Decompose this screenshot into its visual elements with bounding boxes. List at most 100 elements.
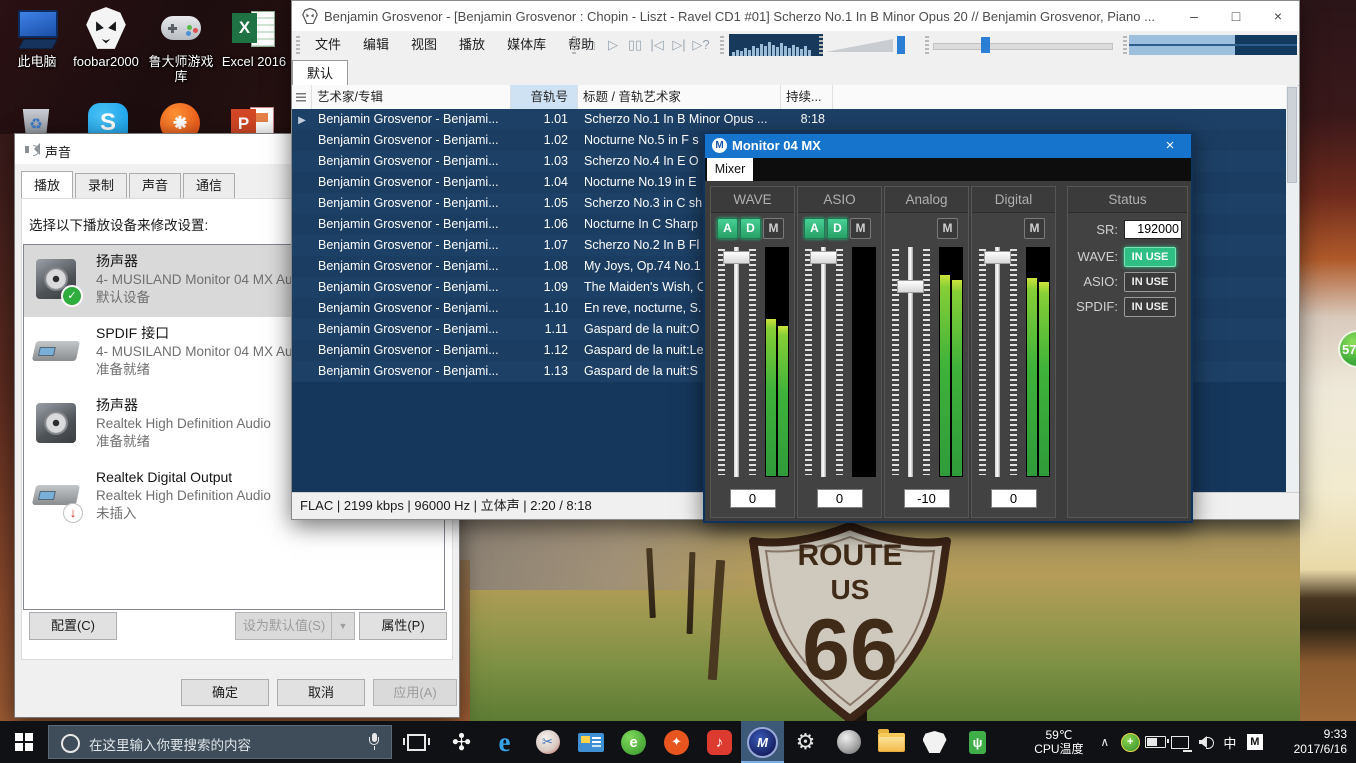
channel-fader[interactable] [715, 247, 759, 477]
fader-handle[interactable] [897, 280, 924, 293]
playlist-row[interactable]: ▶ Benjamin Grosvenor - Benjami... 1.01 S… [292, 109, 1287, 130]
fader-handle[interactable] [984, 251, 1011, 264]
volume-speaker-icon[interactable] [827, 721, 870, 763]
wave-a-button[interactable]: A [717, 218, 738, 239]
digital-m-button[interactable]: M [1024, 218, 1045, 239]
sound-tab-2[interactable]: 声音 [129, 173, 181, 198]
desktop-icon-excel[interactable]: X Excel 2016 [217, 6, 291, 69]
set-default-button[interactable]: 设为默认值(S) [235, 612, 333, 640]
duration-column-header[interactable]: 持续... [781, 85, 833, 109]
in-use-indicator[interactable]: IN USE [1124, 272, 1176, 292]
ok-button[interactable]: 确定 [181, 679, 269, 706]
maximize-button[interactable]: □ [1215, 1, 1257, 31]
in-use-indicator[interactable]: IN USE [1124, 247, 1176, 267]
desktop-icon-foobar2000[interactable]: foobar2000 [69, 6, 143, 69]
properties-button[interactable]: 属性(P) [359, 612, 447, 640]
netease-music-icon[interactable]: ♪ [698, 721, 741, 763]
sample-rate-input[interactable]: 192000 [1124, 220, 1182, 239]
wave-m-button[interactable]: M [763, 218, 784, 239]
playlist-tab-default[interactable]: 默认 [292, 60, 348, 86]
title-column-header[interactable]: 标题 / 音轨艺术家 [578, 85, 781, 109]
menu-item-1[interactable]: 编辑 [352, 31, 400, 59]
musiland-icon[interactable]: M [741, 721, 784, 763]
ludashi-icon[interactable]: ✦ [655, 721, 698, 763]
hidden-icons-arrow[interactable]: ∧ [1092, 735, 1118, 749]
taskbar-search-box[interactable]: 在这里输入你要搜索的内容 [48, 725, 392, 759]
start-button[interactable] [0, 721, 48, 763]
pause-button[interactable]: ▯▯ [624, 37, 646, 53]
sound-tab-3[interactable]: 通信 [183, 173, 235, 198]
channel-gain-value[interactable]: 0 [730, 489, 776, 508]
microphone-icon[interactable] [369, 733, 379, 747]
analog-m-button[interactable]: M [937, 218, 958, 239]
mixer-close-button[interactable]: × [1153, 134, 1187, 158]
edge-browser-icon[interactable]: e [483, 721, 526, 763]
previous-button[interactable]: |◁ [646, 37, 668, 53]
taskbar-clock[interactable]: 9:33 2017/6/16 [1267, 727, 1356, 757]
channel-fader[interactable] [976, 247, 1020, 477]
waveform-seekbar[interactable] [1129, 35, 1297, 55]
cancel-button[interactable]: 取消 [277, 679, 365, 706]
tray-safety-icon[interactable]: + [1118, 721, 1143, 763]
asio-a-button[interactable]: A [804, 218, 825, 239]
foobar2000-icon[interactable] [913, 721, 956, 763]
mixer-tab[interactable]: Mixer [707, 158, 753, 181]
apply-button[interactable]: 应用(A) [373, 679, 457, 706]
fader-handle[interactable] [723, 251, 750, 264]
tray-musiland-icon[interactable]: M [1242, 721, 1267, 763]
green-browser-icon[interactable]: e [612, 721, 655, 763]
tray-network-icon[interactable] [1168, 721, 1193, 763]
play-button[interactable]: ▷ [602, 37, 624, 53]
tray-battery-icon[interactable] [1143, 721, 1168, 763]
desktop-icon-ludashi-games[interactable]: 鲁大师游戏库 [144, 6, 218, 84]
usb-drive-icon[interactable]: ψ [956, 721, 999, 763]
task-view-button[interactable] [395, 721, 437, 763]
file-explorer-icon[interactable] [870, 721, 913, 763]
in-use-indicator[interactable]: IN USE [1124, 297, 1176, 317]
sound-tab-1[interactable]: 录制 [75, 173, 127, 198]
artist-column-header[interactable]: 艺术家/专辑 [312, 85, 511, 109]
asio-m-button[interactable]: M [850, 218, 871, 239]
cpu-temp-indicator[interactable]: 59℃ CPU温度 [1026, 728, 1092, 756]
menu-item-2[interactable]: 视图 [400, 31, 448, 59]
set-default-dropdown[interactable]: ▼ [331, 612, 355, 640]
channel-fader[interactable] [889, 247, 933, 477]
minimize-button[interactable]: – [1173, 1, 1215, 31]
photo-viewer-icon[interactable] [569, 721, 612, 763]
fader-handle[interactable] [810, 251, 837, 264]
configure-button[interactable]: 配置(C) [29, 612, 117, 640]
volume-slider[interactable] [823, 34, 909, 56]
menu-item-3[interactable]: 播放 [448, 31, 496, 59]
wave-d-button[interactable]: D [740, 218, 761, 239]
next-button[interactable]: ▷| [668, 37, 690, 53]
settings-gear-icon[interactable]: ⚙ [784, 721, 827, 763]
tray-volume-icon[interactable] [1192, 721, 1217, 763]
snipping-app-icon[interactable]: ✂ [526, 721, 569, 763]
asio-d-button[interactable]: D [827, 218, 848, 239]
stop-button[interactable]: □ [580, 38, 602, 53]
pinwheel-app-icon[interactable]: ✣ [440, 721, 483, 763]
seek-slider[interactable] [933, 34, 1111, 56]
channel-gain-value[interactable]: 0 [991, 489, 1037, 508]
seek-handle[interactable] [981, 37, 990, 53]
channel-gain-value[interactable]: -10 [904, 489, 950, 508]
mixer-tabstrip: Mixer [705, 158, 1191, 181]
sound-tab-0[interactable]: 播放 [21, 171, 73, 198]
desktop-icon-this-pc[interactable]: 此电脑 [0, 6, 74, 69]
track-column-header[interactable]: 音轨号 [511, 85, 578, 109]
close-button[interactable]: × [1257, 1, 1299, 31]
volume-handle[interactable] [897, 36, 905, 54]
foobar-titlebar[interactable]: Benjamin Grosvenor - [Benjamin Grosvenor… [292, 1, 1299, 31]
channel-gain-value[interactable]: 0 [817, 489, 863, 508]
playlist-scrollbar[interactable] [1286, 85, 1298, 495]
menu-item-4[interactable]: 媒体库 [496, 31, 557, 59]
ime-indicator[interactable]: 中 [1217, 721, 1242, 763]
playlist-header[interactable]: 艺术家/专辑 音轨号 标题 / 音轨艺术家 持续... [292, 85, 1287, 110]
mixer-titlebar[interactable]: M Monitor 04 MX × [705, 134, 1191, 158]
channel-fader[interactable] [802, 247, 846, 477]
playing-column-header[interactable] [292, 85, 312, 109]
menu-item-0[interactable]: 文件 [304, 31, 352, 59]
seek-track[interactable] [933, 43, 1113, 50]
scrollbar-thumb[interactable] [1287, 87, 1297, 183]
random-button[interactable]: ▷? [690, 37, 712, 53]
